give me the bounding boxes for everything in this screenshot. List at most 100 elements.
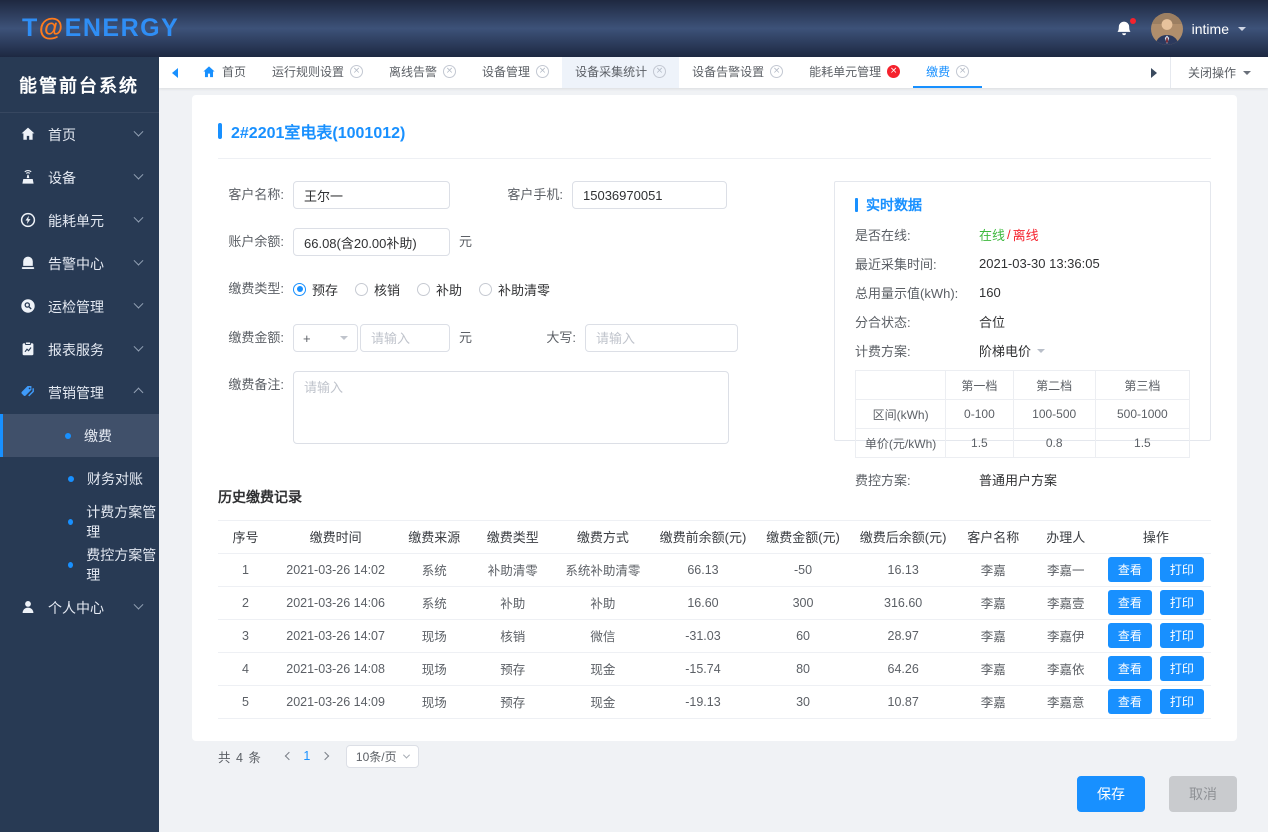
payment-form: 客户名称: 客户手机: 账户余额: 元 缴费类型: 预存 核销 补助 补助清零 <box>218 181 763 463</box>
table-cell-actions: 查看 打印 <box>1100 652 1211 686</box>
close-icon[interactable]: × <box>443 65 457 78</box>
next-page-button[interactable] <box>316 745 334 767</box>
view-button[interactable]: 查看 <box>1107 623 1152 648</box>
radio-dot-icon <box>417 282 431 296</box>
sidebar: 能管前台系统 首页 设备 能耗单元 告警中心 运检管理 报表服务 营销管理 缴费 财务对账 计费方… <box>0 57 159 832</box>
page-size-value: 10条/页 <box>355 749 397 764</box>
footer-actions: 保存 取消 <box>192 776 1237 812</box>
user-menu[interactable]: intime <box>1150 12 1246 45</box>
tab-payment[interactable]: 缴费 × <box>913 57 983 88</box>
customer-phone-field[interactable] <box>572 181 727 209</box>
sidebar-item-personal-center[interactable]: 个人中心 <box>0 586 159 629</box>
meter-title: 2#2201室电表(1001012) <box>231 125 406 142</box>
column-header: 办理人 <box>1030 521 1101 554</box>
tabs-scroll-left-button[interactable] <box>159 57 189 88</box>
tab-home[interactable]: 首页 <box>189 57 259 88</box>
sidebar-item-inspection-mgmt[interactable]: 运检管理 <box>0 285 159 328</box>
view-button[interactable]: 查看 <box>1107 557 1152 582</box>
tab-label: 设备管理 <box>482 65 531 79</box>
close-operations-dropdown[interactable]: 关闭操作 <box>1169 57 1268 88</box>
sidebar-subitem-billing-plan-mgmt[interactable]: 计费方案管理 <box>0 500 159 543</box>
amount-sign-select[interactable]: + <box>293 324 358 352</box>
tabs-scroll-right-button[interactable] <box>1140 57 1170 88</box>
close-icon[interactable]: × <box>770 65 784 78</box>
notification-bell-icon[interactable] <box>1115 17 1136 38</box>
page-number[interactable]: 1 <box>298 749 316 763</box>
tab-offline-alarm[interactable]: 离线告警 × <box>376 57 469 88</box>
tab-device-alarm-settings[interactable]: 设备告警设置 × <box>679 57 796 88</box>
radio-write-off[interactable]: 核销 <box>355 280 400 299</box>
radio-prepay[interactable]: 预存 <box>293 280 338 299</box>
table-cell: -15.74 <box>650 652 756 686</box>
sidebar-item-alarm-center[interactable]: 告警中心 <box>0 242 159 285</box>
close-icon[interactable]: × <box>653 65 667 78</box>
close-icon[interactable]: × <box>536 65 550 78</box>
sidebar-item-home[interactable]: 首页 <box>0 113 159 156</box>
sidebar-item-energy-unit[interactable]: 能耗单元 <box>0 199 159 242</box>
close-icon[interactable]: × <box>956 65 970 78</box>
sidebar-item-device[interactable]: 设备 <box>0 156 159 199</box>
arrow-right-icon <box>1150 67 1162 78</box>
print-button[interactable]: 打印 <box>1159 590 1204 615</box>
tab-energy-unit-mgmt[interactable]: 能耗单元管理 × <box>796 57 913 88</box>
tier-corner-cell <box>854 370 947 400</box>
table-cell: 李嘉伊 <box>1030 619 1101 653</box>
sidebar-item-report-service[interactable]: 报表服务 <box>0 328 159 371</box>
billing-plan-dropdown[interactable]: 阶梯电价 <box>979 341 1046 360</box>
tab-label: 设备告警设置 <box>692 65 765 79</box>
tab-device-mgmt[interactable]: 设备管理 × <box>469 57 562 88</box>
radio-dot-icon <box>355 282 369 296</box>
prev-page-button[interactable] <box>280 745 298 767</box>
table-cell: 李嘉 <box>955 652 1031 686</box>
energy-icon <box>20 212 37 229</box>
radio-label: 核销 <box>374 282 401 298</box>
table-cell: 系统 <box>398 586 471 620</box>
chevron-down-icon <box>133 126 144 137</box>
chevron-down-icon <box>133 255 144 266</box>
print-button[interactable]: 打印 <box>1159 689 1204 714</box>
print-button[interactable]: 打印 <box>1159 623 1204 648</box>
balance-unit: 元 <box>459 234 473 249</box>
tab-label: 能耗单元管理 <box>809 65 882 79</box>
table-cell: 3 <box>218 619 274 653</box>
table-cell: 系统补助清零 <box>555 553 651 587</box>
close-icon[interactable]: × <box>887 65 901 78</box>
close-icon[interactable]: × <box>350 65 364 78</box>
view-button[interactable]: 查看 <box>1107 590 1152 615</box>
sidebar-subitem-fee-control-plan-mgmt[interactable]: 费控方案管理 <box>0 543 159 586</box>
chevron-down-icon <box>1243 70 1251 79</box>
view-button[interactable]: 查看 <box>1107 689 1152 714</box>
amount-caps-field[interactable] <box>585 324 739 352</box>
sidebar-item-marketing-mgmt[interactable]: 营销管理 <box>0 371 159 414</box>
remark-field[interactable] <box>293 371 729 444</box>
table-cell: 李嘉依 <box>1030 652 1101 686</box>
view-button[interactable]: 查看 <box>1107 656 1152 681</box>
balance-field[interactable] <box>293 228 450 256</box>
column-header: 缴费时间 <box>273 521 399 554</box>
billing-plan-row: 计费方案: 阶梯电价 <box>855 341 1190 360</box>
pay-amount-field[interactable] <box>360 324 450 352</box>
table-cell-actions: 查看 打印 <box>1100 685 1211 719</box>
user-name: intime <box>1191 20 1229 37</box>
open-tabs: 首页 运行规则设置 × 离线告警 × 设备管理 × 设备采集统计 × 设备告警设置 × 能耗单元管理 ×… <box>189 57 1140 88</box>
customer-name-field[interactable] <box>293 181 450 209</box>
tier-cell: 1.5 <box>945 428 1014 458</box>
sidebar-subitem-payment[interactable]: 缴费 <box>0 414 159 457</box>
table-cell: 16.60 <box>650 586 756 620</box>
radio-subsidy[interactable]: 补助 <box>417 280 462 299</box>
user-icon <box>20 599 37 616</box>
chevron-down-icon <box>1238 26 1246 35</box>
page-size-select[interactable]: 10条/页 <box>345 744 419 768</box>
tab-device-collect-stats[interactable]: 设备采集统计 × <box>562 57 680 88</box>
tab-run-rule-settings[interactable]: 运行规则设置 × <box>259 57 376 88</box>
save-button[interactable]: 保存 <box>1077 776 1145 812</box>
total-usage-value: 160 <box>979 285 1001 300</box>
print-button[interactable]: 打印 <box>1159 656 1204 681</box>
sidebar-subitem-finance-reconcile[interactable]: 财务对账 <box>0 457 159 500</box>
sidebar-subitem-label: 费控方案管理 <box>86 546 157 583</box>
table-cell: 预存 <box>470 652 556 686</box>
radio-subsidy-clear[interactable]: 补助清零 <box>479 280 550 299</box>
history-table: 序号 缴费时间 缴费来源 缴费类型 缴费方式 缴费前余额(元) 缴费金额(元) 缴费后余额(元… <box>218 521 1211 719</box>
print-button[interactable]: 打印 <box>1159 557 1204 582</box>
cancel-button[interactable]: 取消 <box>1169 776 1237 812</box>
